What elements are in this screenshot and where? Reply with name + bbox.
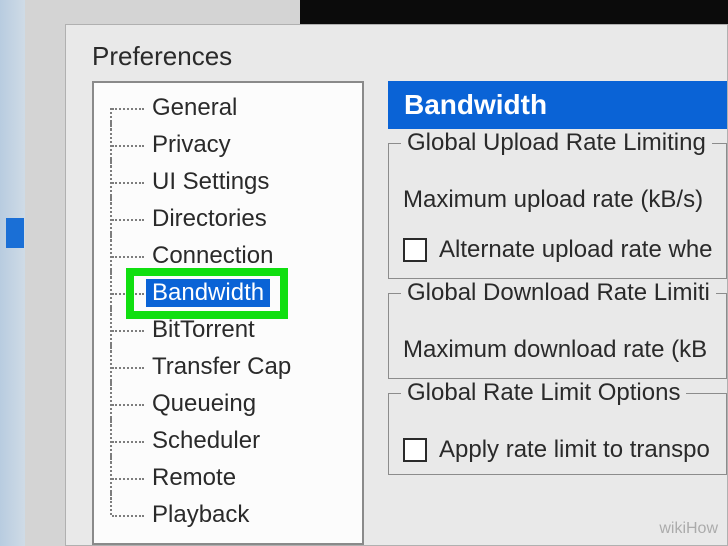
- tree-item-label: Bandwidth: [146, 279, 270, 307]
- group-global-upload: Global Upload Rate Limiting Maximum uplo…: [388, 143, 727, 279]
- tree-item-label: Queueing: [146, 390, 262, 418]
- tree-item-label: Playback: [146, 501, 255, 529]
- tree-item-label: Directories: [146, 205, 273, 233]
- tree-item-label: General: [146, 94, 243, 122]
- tree-connector-icon: [108, 348, 146, 385]
- group-title: Global Upload Rate Limiting: [401, 129, 712, 157]
- tree-item-connection[interactable]: Connection: [94, 237, 362, 274]
- tree-item-label: BitTorrent: [146, 316, 261, 344]
- category-tree: General Privacy UI Settings Directories Conn…: [92, 81, 364, 545]
- group-title: Global Download Rate Limiti: [401, 279, 716, 307]
- tree-connector-icon: [108, 385, 146, 422]
- tree-item-transfer-cap[interactable]: Transfer Cap: [94, 348, 362, 385]
- tree-connector-icon: [108, 237, 146, 274]
- tree-item-label: Transfer Cap: [146, 353, 297, 381]
- tree-connector-icon: [108, 422, 146, 459]
- tree-connector-icon: [108, 200, 146, 237]
- tree-connector-icon: [108, 311, 146, 348]
- tree-item-label: UI Settings: [146, 168, 275, 196]
- group-rate-limit-options: Global Rate Limit Options Apply rate lim…: [388, 393, 727, 475]
- tree-item-bandwidth[interactable]: Bandwidth: [94, 274, 362, 311]
- max-download-rate-label: Maximum download rate (kB: [403, 336, 712, 364]
- alternate-upload-rate-label: Alternate upload rate whe: [439, 236, 713, 264]
- alternate-upload-rate-checkbox[interactable]: [403, 238, 427, 262]
- tree-item-ui-settings[interactable]: UI Settings: [94, 163, 362, 200]
- group-global-download: Global Download Rate Limiti Maximum down…: [388, 293, 727, 379]
- apply-rate-limit-checkbox[interactable]: [403, 438, 427, 462]
- tree-item-playback[interactable]: Playback: [94, 496, 362, 533]
- tree-item-label: Scheduler: [146, 427, 266, 455]
- tree-item-label: Remote: [146, 464, 242, 492]
- preferences-dialog: Preferences General Privacy UI Settings Dir…: [65, 24, 728, 546]
- tree-item-scheduler[interactable]: Scheduler: [94, 422, 362, 459]
- tree-item-remote[interactable]: Remote: [94, 459, 362, 496]
- tree-item-privacy[interactable]: Privacy: [94, 126, 362, 163]
- tree-connector-icon: [108, 163, 146, 200]
- tree-item-general[interactable]: General: [94, 89, 362, 126]
- tree-connector-icon: [108, 126, 146, 163]
- alternate-upload-rate-row[interactable]: Alternate upload rate whe: [403, 236, 712, 264]
- max-upload-rate-label: Maximum upload rate (kB/s): [403, 186, 712, 214]
- tree-item-bittorrent[interactable]: BitTorrent: [94, 311, 362, 348]
- panel-header: Bandwidth: [388, 81, 727, 129]
- tree-connector-icon: [108, 89, 146, 126]
- outer-app-selected-indicator: [6, 218, 24, 248]
- apply-rate-limit-row[interactable]: Apply rate limit to transpo: [403, 436, 712, 464]
- dialog-title: Preferences: [92, 41, 232, 72]
- tree-connector-icon: [108, 274, 146, 311]
- group-title: Global Rate Limit Options: [401, 379, 686, 407]
- tree-item-label: Connection: [146, 242, 279, 270]
- tree-item-directories[interactable]: Directories: [94, 200, 362, 237]
- apply-rate-limit-label: Apply rate limit to transpo: [439, 436, 710, 464]
- tree-item-queueing[interactable]: Queueing: [94, 385, 362, 422]
- tree-item-label: Privacy: [146, 131, 237, 159]
- tree-connector-icon: [108, 459, 146, 496]
- tree-connector-icon: [108, 496, 146, 533]
- dialog-body: General Privacy UI Settings Directories Conn…: [92, 81, 727, 545]
- outer-app-strip: [0, 0, 25, 546]
- settings-content: Bandwidth Global Upload Rate Limiting Ma…: [388, 81, 727, 545]
